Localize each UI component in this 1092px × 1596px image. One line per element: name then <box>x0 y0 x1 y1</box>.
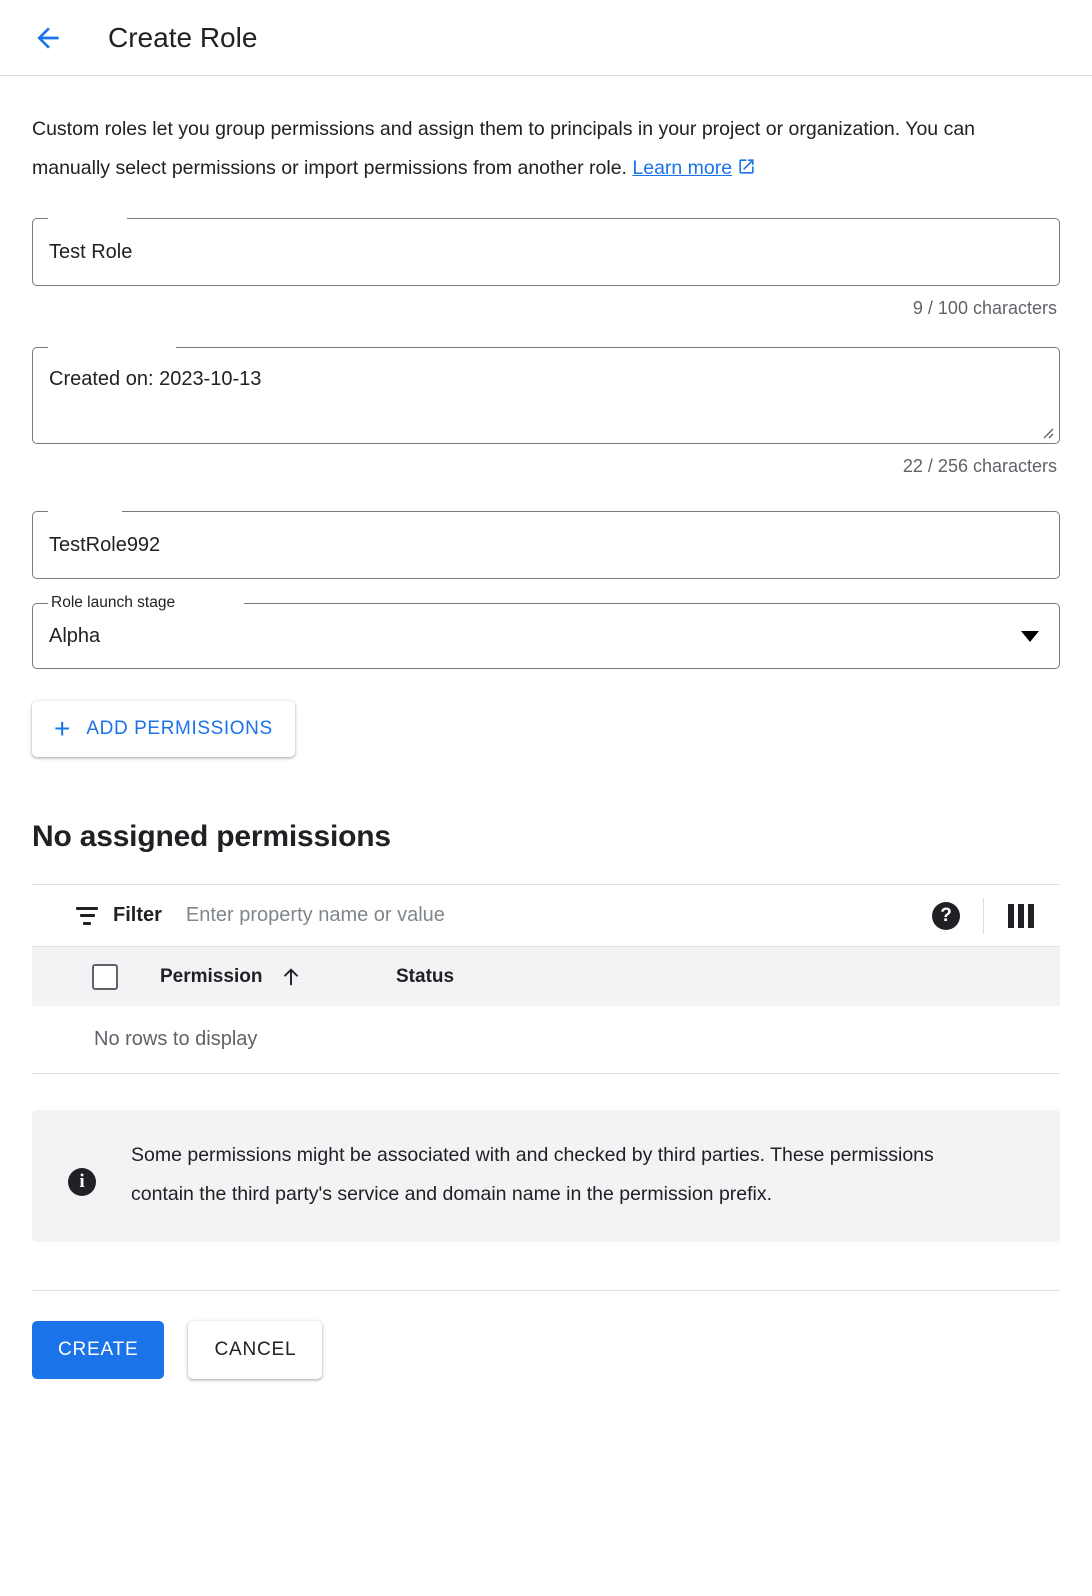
role-description-field[interactable] <box>32 347 1060 444</box>
external-link-icon[interactable] <box>737 151 756 190</box>
role-title-field-wrapper: 9 / 100 characters <box>32 218 1060 319</box>
description-text: Custom roles let you group permissions a… <box>32 118 976 179</box>
select-all-checkbox[interactable] <box>92 963 118 990</box>
filter-help-button[interactable]: ? <box>923 893 969 939</box>
column-header-permission[interactable]: Permission <box>160 966 396 988</box>
role-description-field-wrapper: 22 / 256 characters <box>32 347 1060 477</box>
role-title-counter: 9 / 100 characters <box>912 298 1057 318</box>
permissions-section-title: No assigned permissions <box>32 820 391 853</box>
help-icon: ? <box>932 901 960 930</box>
filter-input[interactable] <box>183 903 923 928</box>
column-header-permission-label: Permission <box>160 965 263 987</box>
column-display-button[interactable] <box>998 893 1044 939</box>
page-description: Custom roles let you group permissions a… <box>32 110 1032 190</box>
role-id-field-wrapper <box>32 511 1060 579</box>
cancel-button[interactable]: CANCEL <box>188 1321 323 1379</box>
role-launch-stage-select[interactable]: Role launch stage Alpha <box>32 593 1060 669</box>
column-header-status[interactable]: Status <box>396 966 454 988</box>
table-empty-message: No rows to display <box>32 1006 1060 1074</box>
role-id-input[interactable] <box>49 533 1043 557</box>
add-permissions-row: + ADD PERMISSIONS <box>32 701 1060 757</box>
add-permissions-button[interactable]: + ADD PERMISSIONS <box>32 701 295 757</box>
column-display-icon <box>1008 903 1034 928</box>
role-description-label-notch <box>48 347 176 349</box>
page-header: Create Role <box>0 0 1092 76</box>
plus-icon: + <box>54 713 71 744</box>
third-party-info-text: Some permissions might be associated wit… <box>131 1144 934 1205</box>
role-launch-stage-value: Alpha <box>49 624 101 647</box>
textarea-resize-handle[interactable] <box>1040 425 1054 439</box>
role-title-label-notch <box>48 218 127 220</box>
role-id-field[interactable] <box>32 511 1060 579</box>
role-description-textarea[interactable] <box>49 366 1043 424</box>
role-launch-stage-label: Role launch stage <box>48 593 179 613</box>
permissions-table-card: Filter ? Permission Status No ro <box>32 884 1060 1074</box>
chevron-down-icon[interactable] <box>1021 630 1039 642</box>
filter-icon[interactable] <box>76 906 98 925</box>
table-header-row: Permission Status <box>32 946 1060 1006</box>
filter-bar: Filter ? <box>32 884 1060 946</box>
role-title-input[interactable] <box>49 240 1043 264</box>
create-button[interactable]: CREATE <box>32 1321 165 1379</box>
back-button[interactable] <box>26 16 70 60</box>
role-description-counter: 22 / 256 characters <box>902 456 1057 476</box>
toolbar-divider <box>983 897 984 934</box>
role-id-label-notch <box>48 511 122 513</box>
learn-more-link[interactable]: Learn more <box>632 157 732 179</box>
role-title-field[interactable] <box>32 218 1060 286</box>
page-title: Create Role <box>108 21 258 53</box>
arrow-left-icon <box>32 22 64 54</box>
add-permissions-label: ADD PERMISSIONS <box>86 718 273 739</box>
info-icon: i <box>68 1168 96 1196</box>
third-party-info-banner: i Some permissions might be associated w… <box>32 1110 1060 1242</box>
role-launch-stage-wrapper: Role launch stage Alpha <box>32 593 1060 669</box>
filter-label: Filter <box>113 904 162 926</box>
footer-actions: CREATE CANCEL <box>0 1291 1092 1379</box>
arrow-up-icon <box>280 966 302 988</box>
